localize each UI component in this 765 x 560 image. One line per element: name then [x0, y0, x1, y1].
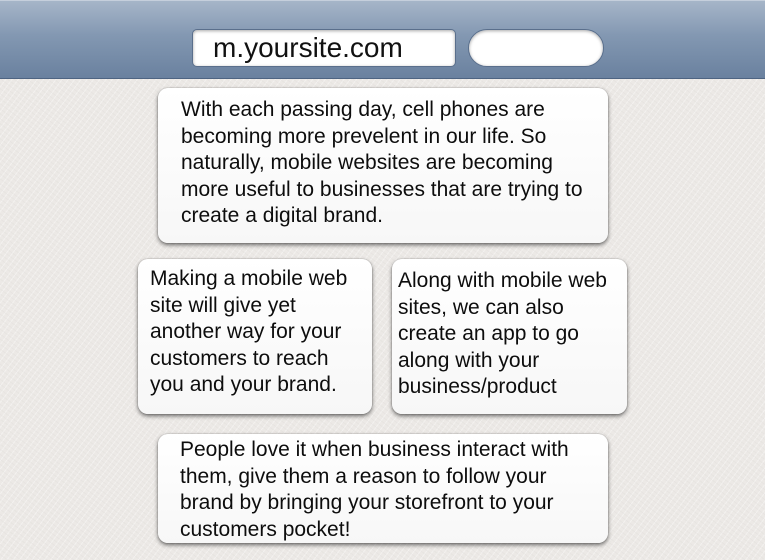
content-card-storefront: People love it when business interact wi…	[158, 434, 608, 543]
content-card-app: Along with mobile web sites, we can also…	[392, 259, 627, 414]
content-card-mobile-trend: With each passing day, cell phones are b…	[158, 88, 608, 243]
url-input[interactable]: m.yoursite.com	[192, 29, 456, 67]
browser-toolbar: m.yoursite.com	[0, 0, 765, 79]
search-input[interactable]	[468, 29, 604, 67]
content-card-mobile-site: Making a mobile web site will give yet a…	[138, 259, 372, 414]
